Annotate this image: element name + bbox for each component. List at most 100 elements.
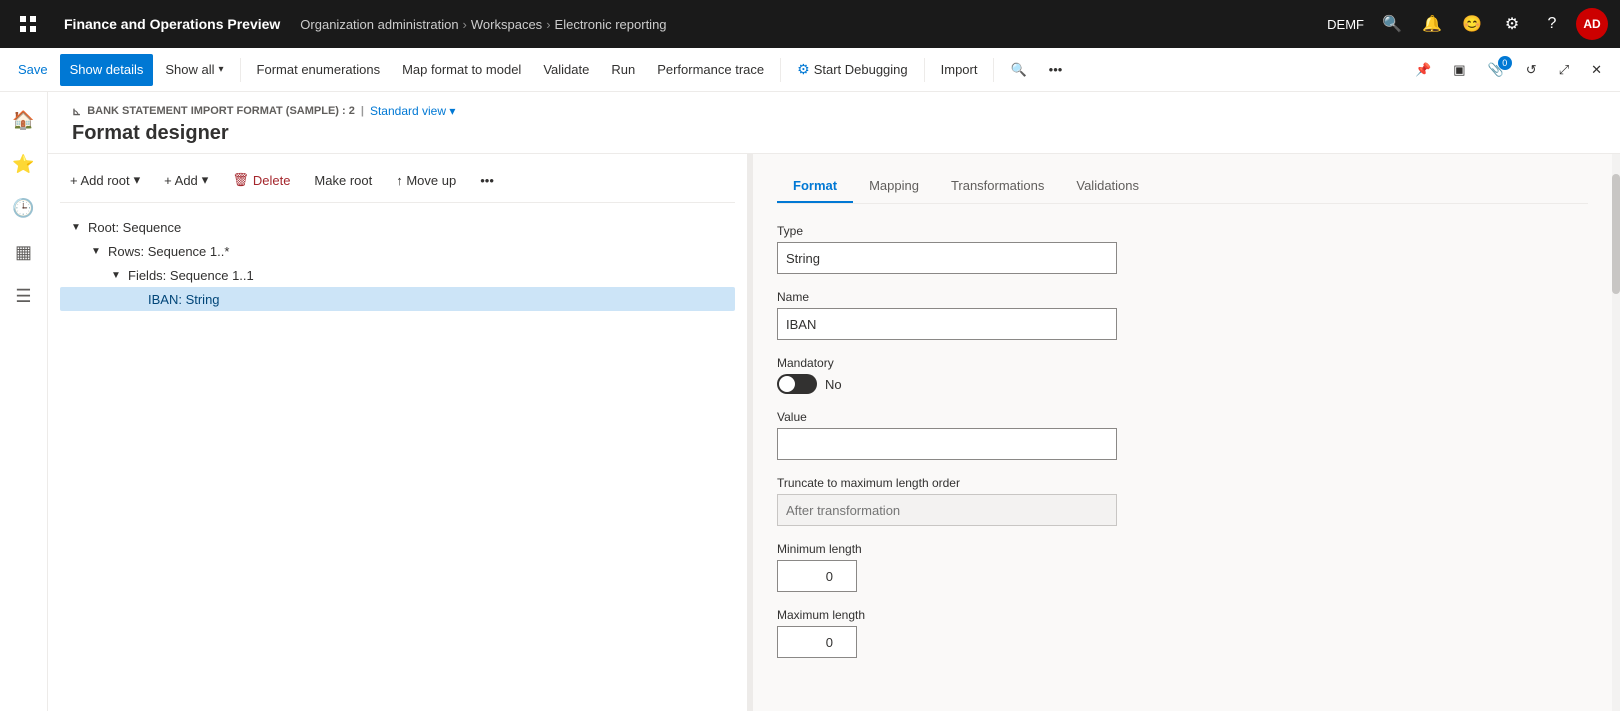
page-header: ⊾ BANK STATEMENT IMPORT FORMAT (SAMPLE) …	[48, 92, 1620, 154]
tree-content: ▼ Root: Sequence ▼ Rows: Sequence 1..* ▼…	[60, 215, 735, 699]
delete-icon: 🗑	[232, 172, 249, 188]
toolbar-divider2	[780, 58, 781, 82]
sidebar-icon-home[interactable]: 🏠	[4, 100, 44, 140]
max-length-input[interactable]	[777, 626, 857, 658]
tree-toolbar: + Add root ▾ + Add ▾ 🗑 Delete Make root …	[60, 166, 735, 203]
badges-button[interactable]: 📎 0	[1478, 54, 1514, 86]
tab-format[interactable]: Format	[777, 170, 853, 203]
badge-count: 0	[1498, 56, 1512, 70]
validate-button[interactable]: Validate	[533, 54, 599, 86]
mandatory-toggle-row: No	[777, 374, 1588, 394]
tree-toggle-rows: ▼	[88, 243, 104, 259]
more-options-button[interactable]: •••	[1039, 54, 1073, 86]
name-field-group: Name	[777, 290, 1588, 340]
delete-button[interactable]: 🗑 Delete	[222, 166, 300, 194]
make-root-button[interactable]: Make root	[304, 166, 382, 194]
truncate-field-group: Truncate to maximum length order	[777, 476, 1588, 526]
pop-out-button[interactable]: ⤢	[1549, 54, 1579, 86]
avatar[interactable]: AD	[1576, 8, 1608, 40]
type-label: Type	[777, 224, 1588, 238]
properties-panel: Format Mapping Transformations Validatio…	[753, 154, 1612, 711]
debug-icon: ⚙	[797, 61, 810, 78]
breadcrumb-item2[interactable]: Workspaces	[471, 17, 542, 32]
tree-node-fields-label: Fields: Sequence 1..1	[128, 268, 254, 283]
search-toolbar-button[interactable]: 🔍	[1000, 54, 1036, 86]
sidebar-icon-recent[interactable]: 🕒	[4, 188, 44, 228]
page-breadcrumb: ⊾ BANK STATEMENT IMPORT FORMAT (SAMPLE) …	[72, 104, 1596, 118]
apps-button[interactable]	[12, 8, 44, 40]
breadcrumb: Organization administration › Workspaces…	[300, 17, 1319, 32]
tree-node-iban-label: IBAN: String	[148, 292, 220, 307]
breadcrumb-item3[interactable]: Electronic reporting	[555, 17, 667, 32]
mandatory-field-group: Mandatory No	[777, 356, 1588, 394]
format-enumerations-button[interactable]: Format enumerations	[247, 54, 391, 86]
tree-node-iban[interactable]: IBAN: String	[60, 287, 735, 311]
tab-mapping[interactable]: Mapping	[853, 170, 935, 203]
tree-node-root[interactable]: ▼ Root: Sequence	[60, 215, 735, 239]
sidebar-icon-modules[interactable]: ☰	[4, 276, 44, 316]
app-title: Finance and Operations Preview	[52, 16, 292, 32]
toolbar: Save Show details Show all ▾ Format enum…	[0, 48, 1620, 92]
show-all-chevron-icon: ▾	[219, 64, 224, 75]
tree-node-fields[interactable]: ▼ Fields: Sequence 1..1	[60, 263, 735, 287]
vertical-scrollbar[interactable]	[1612, 154, 1620, 711]
tree-toggle-root: ▼	[68, 219, 84, 235]
max-length-field-group: Maximum length	[777, 608, 1588, 658]
more-tree-actions-button[interactable]: •••	[470, 166, 504, 194]
move-up-button[interactable]: ↑ Move up	[386, 166, 466, 194]
import-button[interactable]: Import	[931, 54, 988, 86]
view-chevron-icon: ▾	[449, 104, 455, 118]
show-all-button[interactable]: Show all ▾	[155, 54, 233, 86]
mandatory-label: Mandatory	[777, 356, 1588, 370]
mandatory-toggle-label: No	[825, 377, 842, 392]
content-area: ⊾ BANK STATEMENT IMPORT FORMAT (SAMPLE) …	[48, 92, 1620, 711]
tree-toggle-fields: ▼	[108, 267, 124, 283]
max-length-label: Maximum length	[777, 608, 1588, 622]
top-nav-right: DEMF 🔍 🔔 😊 ⚙ ? AD	[1327, 8, 1608, 40]
toggle-knob	[779, 376, 795, 392]
value-input[interactable]	[777, 428, 1117, 460]
add-root-button[interactable]: + Add root ▾	[60, 166, 150, 194]
show-details-button[interactable]: Show details	[60, 54, 154, 86]
main-layout: 🏠 ⭐ 🕒 ▦ ☰ ⊾ BANK STATEMENT IMPORT FORMAT…	[0, 92, 1620, 711]
pin-button[interactable]: 📌	[1405, 54, 1441, 86]
sidebar-icon-favorites[interactable]: ⭐	[4, 144, 44, 184]
run-button[interactable]: Run	[601, 54, 645, 86]
refresh-button[interactable]: ↺	[1516, 54, 1547, 86]
view-selector[interactable]: Standard view ▾	[370, 104, 455, 118]
help-icon-btn[interactable]: ?	[1536, 8, 1568, 40]
sidebar-icon-workspaces[interactable]: ▦	[4, 232, 44, 272]
search-icon-btn[interactable]: 🔍	[1376, 8, 1408, 40]
name-label: Name	[777, 290, 1588, 304]
breadcrumb-chevron1: ›	[463, 17, 467, 32]
type-input[interactable]	[777, 242, 1117, 274]
tab-validations[interactable]: Validations	[1060, 170, 1155, 203]
environment-label: DEMF	[1327, 17, 1364, 32]
settings-icon-btn[interactable]: ⚙	[1496, 8, 1528, 40]
mandatory-toggle[interactable]	[777, 374, 817, 394]
toolbar-divider3	[924, 58, 925, 82]
performance-trace-button[interactable]: Performance trace	[647, 54, 774, 86]
notifications-icon-btn[interactable]: 🔔	[1416, 8, 1448, 40]
view-button[interactable]: ▣	[1443, 54, 1475, 86]
save-button[interactable]: Save	[8, 54, 58, 86]
smiley-icon-btn[interactable]: 😊	[1456, 8, 1488, 40]
add-button[interactable]: + Add ▾	[154, 166, 218, 194]
scrollbar-thumb	[1612, 174, 1620, 294]
page-title: Format designer	[72, 122, 1596, 145]
value-field-group: Value	[777, 410, 1588, 460]
tree-node-rows[interactable]: ▼ Rows: Sequence 1..*	[60, 239, 735, 263]
min-length-field-group: Minimum length	[777, 542, 1588, 592]
tree-node-rows-label: Rows: Sequence 1..*	[108, 244, 229, 259]
min-length-label: Minimum length	[777, 542, 1588, 556]
filter-icon[interactable]: ⊾	[72, 105, 81, 118]
breadcrumb-item1[interactable]: Organization administration	[300, 17, 458, 32]
truncate-label: Truncate to maximum length order	[777, 476, 1588, 490]
map-format-to-model-button[interactable]: Map format to model	[392, 54, 531, 86]
min-length-input[interactable]	[777, 560, 857, 592]
name-input[interactable]	[777, 308, 1117, 340]
start-debugging-button[interactable]: ⚙ Start Debugging	[787, 54, 918, 86]
close-button[interactable]: ✕	[1581, 54, 1612, 86]
tab-transformations[interactable]: Transformations	[935, 170, 1060, 203]
toolbar-divider1	[240, 58, 241, 82]
